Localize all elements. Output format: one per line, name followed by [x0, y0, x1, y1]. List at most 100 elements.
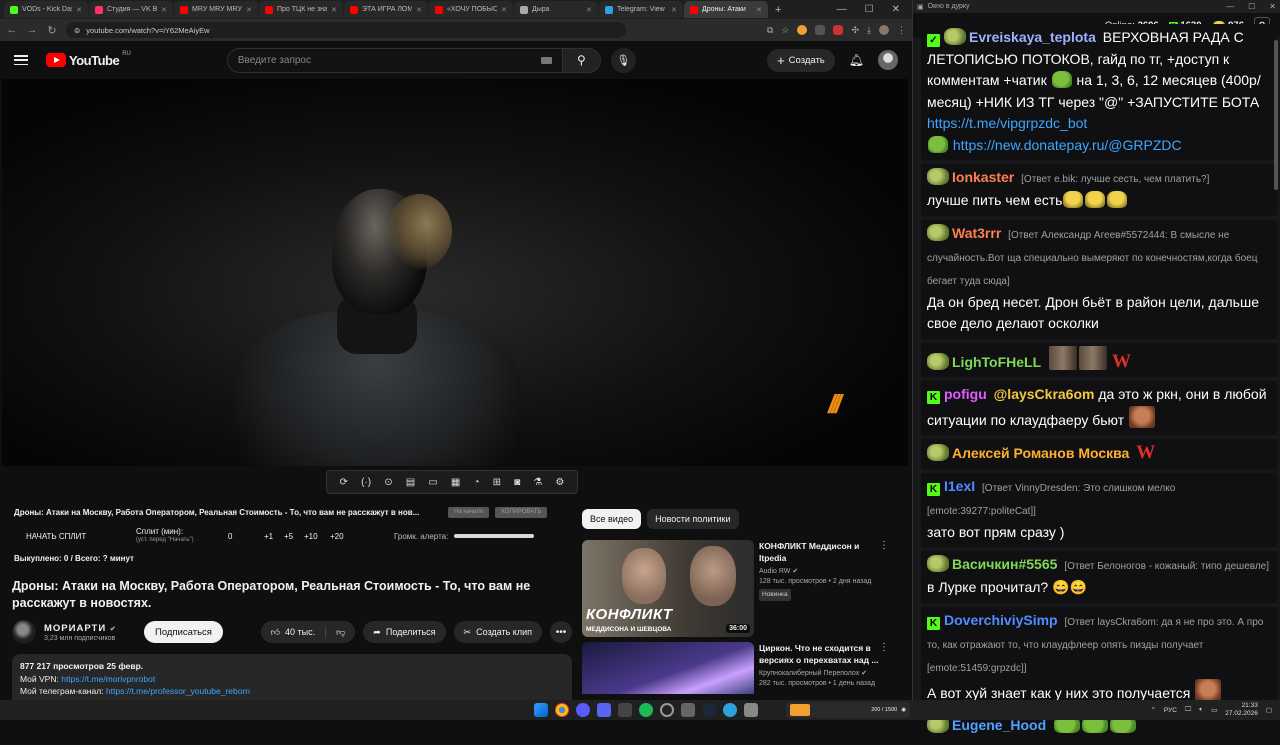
- search-input[interactable]: Введите запрос: [226, 47, 563, 73]
- video-thumbnail[interactable]: [582, 642, 754, 694]
- recommended-video[interactable]: КОНФЛИКТ МЕДДИСОНА И ШЕВЦОВА 36:00 КОНФЛ…: [582, 540, 898, 637]
- share-button[interactable]: ➦ Поделиться: [363, 621, 446, 643]
- app-icon[interactable]: [744, 703, 758, 717]
- steam-icon[interactable]: [702, 703, 716, 717]
- chat-link[interactable]: https://new.donatepay.ru/@GRPZDC: [953, 137, 1182, 153]
- increment-5-button[interactable]: +5: [284, 532, 304, 541]
- site-info-icon[interactable]: ⊜: [74, 26, 80, 35]
- chat-mention[interactable]: @laysCkra6om: [994, 386, 1095, 402]
- subtitles-icon[interactable]: ▦: [451, 477, 460, 488]
- like-button[interactable]: 👍︎ 40 тыс.: [261, 626, 327, 638]
- start-split-button[interactable]: НАЧАТЬ СПЛИТ: [14, 532, 136, 541]
- chat-scrollbar[interactable]: [1274, 40, 1278, 190]
- recommended-title[interactable]: Циркон. Что не сходится в версиях о пере…: [759, 642, 889, 666]
- channel-avatar[interactable]: [12, 620, 36, 644]
- browser-tab[interactable]: VODs - Kick Dashb ✕: [4, 1, 88, 18]
- alert-volume-slider[interactable]: [454, 534, 535, 538]
- minimize-icon[interactable]: —: [837, 4, 847, 15]
- app-icon[interactable]: [618, 703, 632, 717]
- browser-tab[interactable]: ЭТА ИГРА ЛОМАЕ✕: [344, 1, 428, 18]
- settings-icon[interactable]: ⚙: [555, 477, 564, 488]
- close-icon[interactable]: ✕: [76, 6, 82, 14]
- chat-username[interactable]: Васичкин#5565: [952, 556, 1057, 572]
- battery-icon[interactable]: ▭: [1211, 706, 1217, 714]
- notification-icon[interactable]: ▢: [1266, 706, 1272, 714]
- increment-20-button[interactable]: +20: [330, 532, 350, 541]
- telegram-icon[interactable]: [723, 703, 737, 717]
- keyboard-icon[interactable]: [540, 56, 552, 64]
- close-icon[interactable]: ✕: [671, 6, 677, 14]
- subscribe-button[interactable]: Подписаться: [144, 621, 223, 643]
- recommended-channel[interactable]: Audio RW: [759, 568, 790, 575]
- account-avatar[interactable]: [878, 50, 898, 70]
- chat-username[interactable]: DoverchiviySimp: [944, 612, 1058, 628]
- clip-button[interactable]: ✂ Создать клип: [453, 621, 542, 643]
- browser-tab[interactable]: Студия — VK Видео✕: [89, 1, 173, 18]
- split-minutes-value[interactable]: 0: [228, 532, 264, 541]
- copy-button[interactable]: КОПИРОВАТЬ: [495, 506, 548, 518]
- recommended-title[interactable]: КОНФЛИКТ Меддисон и Itpedia: [759, 540, 889, 564]
- notifications-bell-icon[interactable]: 🔔︎: [849, 53, 864, 67]
- more-vert-icon[interactable]: ⋮: [879, 642, 889, 653]
- speed-icon[interactable]: ◔: [473, 477, 479, 488]
- close-icon[interactable]: ✕: [586, 6, 592, 14]
- back-icon[interactable]: ←: [6, 24, 18, 36]
- chat-username[interactable]: I1exI: [944, 478, 975, 494]
- app-icon[interactable]: [576, 703, 590, 717]
- url-field[interactable]: ⊜ youtube.com/watch?v=iY62MeAiyEw: [66, 22, 626, 38]
- chat-username[interactable]: LighToFHeLL: [952, 354, 1041, 370]
- more-vert-icon[interactable]: ⋮: [879, 540, 889, 551]
- download-icon[interactable]: ⤓: [867, 25, 871, 36]
- taskbar-media-widget[interactable]: 200 / 1500 ◉: [786, 702, 910, 718]
- screenshot-icon[interactable]: ◙: [514, 477, 520, 488]
- chat-username[interactable]: Ionkaster: [952, 169, 1014, 185]
- network-icon[interactable]: 🖵: [1185, 706, 1191, 714]
- chat-username[interactable]: Wat3rrr: [952, 225, 1001, 241]
- chip-all-videos[interactable]: Все видео: [582, 509, 642, 529]
- discord-icon[interactable]: [597, 703, 611, 717]
- language-indicator[interactable]: РУС: [1164, 707, 1177, 714]
- extension-icon[interactable]: [797, 25, 808, 35]
- film-icon[interactable]: ▤: [406, 477, 415, 488]
- recommended-channel[interactable]: Крупнокалиберный Переполох: [759, 670, 859, 677]
- app-icon[interactable]: [681, 703, 695, 717]
- browser-tab-active[interactable]: Дроны: Атаки ✕: [684, 1, 768, 18]
- dislike-button[interactable]: 👎︎: [326, 627, 355, 638]
- close-window-icon[interactable]: ✕: [892, 4, 900, 15]
- increment-1-button[interactable]: +1: [264, 532, 284, 541]
- minimize-icon[interactable]: —: [1226, 2, 1234, 11]
- star-icon[interactable]: ☆: [781, 25, 789, 36]
- spotify-icon[interactable]: [639, 703, 653, 717]
- close-window-icon[interactable]: ✕: [1269, 2, 1276, 11]
- to-start-button[interactable]: На начало: [448, 506, 490, 518]
- youtube-logo[interactable]: YouTube RU: [46, 51, 131, 68]
- obs-icon[interactable]: [660, 703, 674, 717]
- audio-icon[interactable]: (·): [361, 477, 371, 488]
- volume-icon[interactable]: 🔈︎: [1199, 706, 1203, 714]
- close-icon[interactable]: ✕: [331, 6, 337, 14]
- search-button[interactable]: ⚲: [562, 47, 601, 73]
- install-icon[interactable]: ⧉: [767, 25, 773, 36]
- add-icon[interactable]: ⊞: [493, 477, 501, 488]
- create-button[interactable]: + Создать: [767, 48, 835, 72]
- increment-10-button[interactable]: +10: [304, 532, 330, 541]
- browser-tab[interactable]: Дыра ✕: [514, 1, 598, 18]
- video-player[interactable]: ///: [2, 79, 908, 466]
- profile-icon[interactable]: [879, 25, 889, 35]
- browser-tab[interactable]: «ХОЧУ ПОБЫСТРЕ✕: [429, 1, 513, 18]
- chip-politics-news[interactable]: Новости политики: [647, 509, 739, 529]
- puzzle-icon[interactable]: ✣: [851, 25, 859, 36]
- new-tab-button[interactable]: +: [769, 4, 787, 16]
- close-icon[interactable]: ✕: [246, 6, 252, 14]
- clock[interactable]: 21:33 27.02.2026: [1225, 702, 1258, 718]
- close-icon[interactable]: ✕: [756, 6, 762, 14]
- browser-tab[interactable]: Telegram: View @ ✕: [599, 1, 683, 18]
- chevron-up-icon[interactable]: ⌃: [1150, 706, 1155, 714]
- close-icon[interactable]: ✕: [416, 6, 422, 14]
- media-control-icon[interactable]: ◉: [901, 707, 906, 713]
- extension-icon[interactable]: [815, 25, 826, 35]
- vpn-link[interactable]: https://t.me/morivpnrobot: [61, 674, 155, 684]
- camera-icon[interactable]: ⊙: [384, 477, 392, 488]
- lab-icon[interactable]: ⚗: [533, 477, 542, 488]
- picture-icon[interactable]: ▭: [428, 477, 437, 488]
